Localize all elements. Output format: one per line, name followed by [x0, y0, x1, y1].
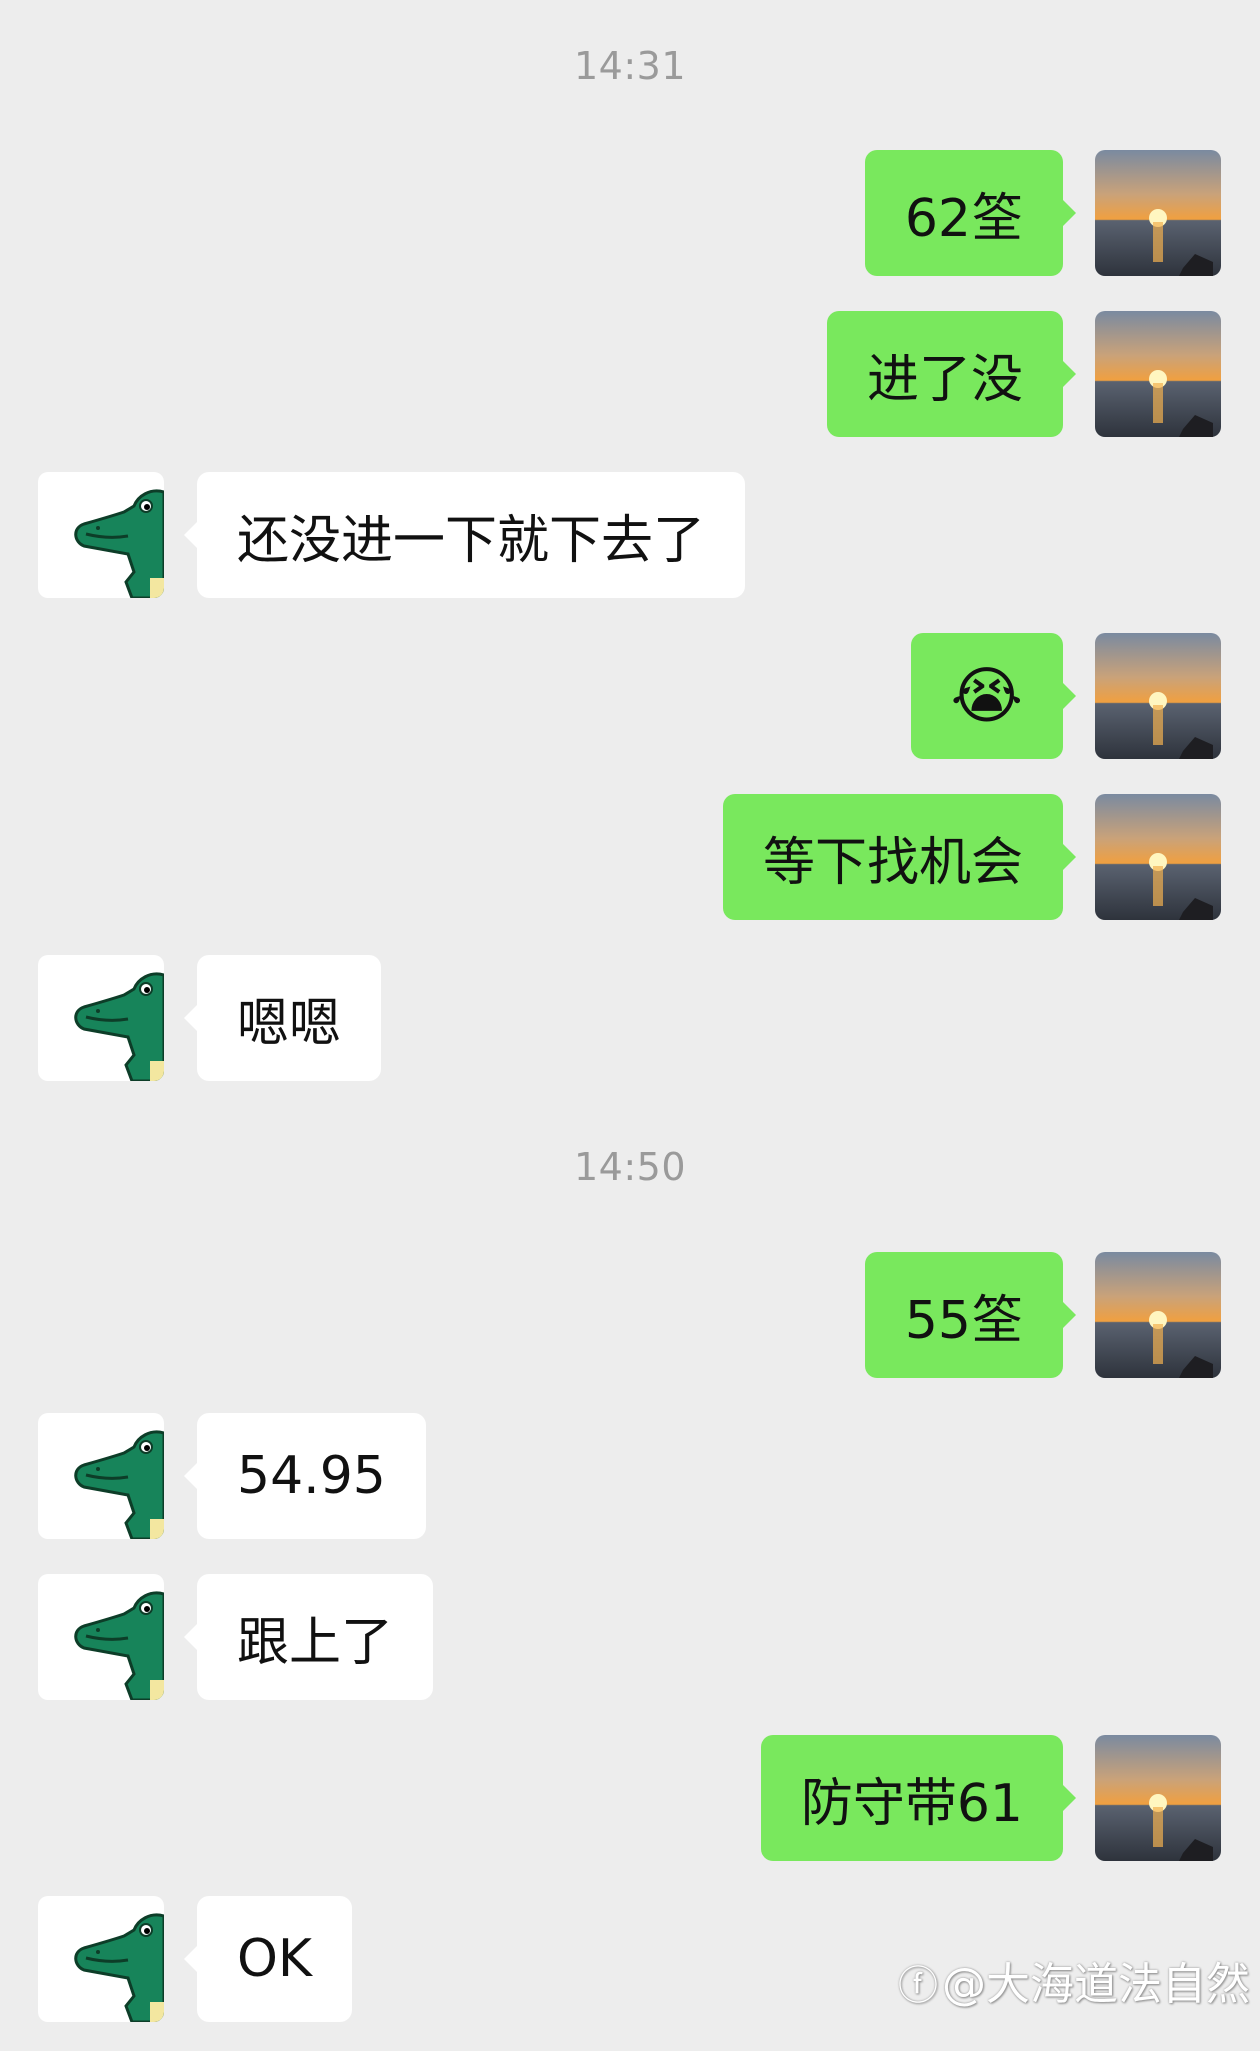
crocodile-avatar-icon[interactable] [38, 472, 164, 598]
zhihu-logo-icon: ⓕ [898, 1963, 938, 2009]
crocodile-avatar-icon[interactable] [38, 1413, 164, 1539]
message-text: 嗯嗯 [237, 993, 342, 1054]
message-bubble-incoming[interactable]: 54.95 [184, 1413, 426, 1539]
watermark: ⓕ@大海道法自然 [898, 1948, 1250, 2012]
message-text: OK [237, 1929, 313, 1989]
sunset-avatar-icon[interactable] [1095, 1735, 1221, 1861]
message-text: 等下找机会 [762, 832, 1023, 893]
crocodile-avatar-icon[interactable] [38, 955, 164, 1081]
message-bubble-incoming[interactable]: OK [183, 1896, 353, 2022]
message-bubble-outgoing[interactable]: 62筌 [864, 150, 1077, 276]
message-bubble-incoming[interactable]: 还没进一下就下去了 [183, 472, 746, 598]
chat-area[interactable]: 14:31 62筌 进了没 还没进一下就下去了 😭 等下找机会 嗯嗯 14:50… [0, 0, 1260, 2051]
message-bubble-incoming[interactable]: 嗯嗯 [183, 955, 382, 1081]
timestamp: 14:50 [573, 1145, 686, 1189]
watermark-text: @大海道法自然 [942, 1959, 1250, 2010]
crocodile-avatar-icon[interactable] [38, 1574, 164, 1700]
message-text: 还没进一下就下去了 [237, 510, 706, 571]
message-bubble-incoming[interactable]: 跟上了 [183, 1574, 434, 1700]
message-text: 跟上了 [237, 1612, 394, 1673]
sunset-avatar-icon[interactable] [1095, 794, 1221, 920]
message-bubble-outgoing[interactable]: 防守带61 [760, 1735, 1077, 1861]
message-text: 进了没 [866, 349, 1023, 410]
message-bubble-outgoing[interactable]: 😭 [910, 633, 1077, 759]
message-text: 54.95 [237, 1446, 386, 1506]
sunset-avatar-icon[interactable] [1095, 633, 1221, 759]
message-text: 防守带61 [800, 1773, 1023, 1834]
message-bubble-outgoing[interactable]: 等下找机会 [722, 794, 1077, 920]
crocodile-avatar-icon[interactable] [38, 1896, 164, 2022]
sunset-avatar-icon[interactable] [1095, 1252, 1221, 1378]
message-text: 62筌 [904, 188, 1023, 249]
message-text: 55筌 [904, 1290, 1023, 1351]
sunset-avatar-icon[interactable] [1095, 150, 1221, 276]
sunset-avatar-icon[interactable] [1095, 311, 1221, 437]
message-bubble-outgoing[interactable]: 55筌 [864, 1252, 1077, 1378]
timestamp: 14:31 [573, 44, 686, 88]
message-bubble-outgoing[interactable]: 进了没 [826, 311, 1077, 437]
facepalm-crying-emoji-icon: 😭 [950, 659, 1023, 732]
